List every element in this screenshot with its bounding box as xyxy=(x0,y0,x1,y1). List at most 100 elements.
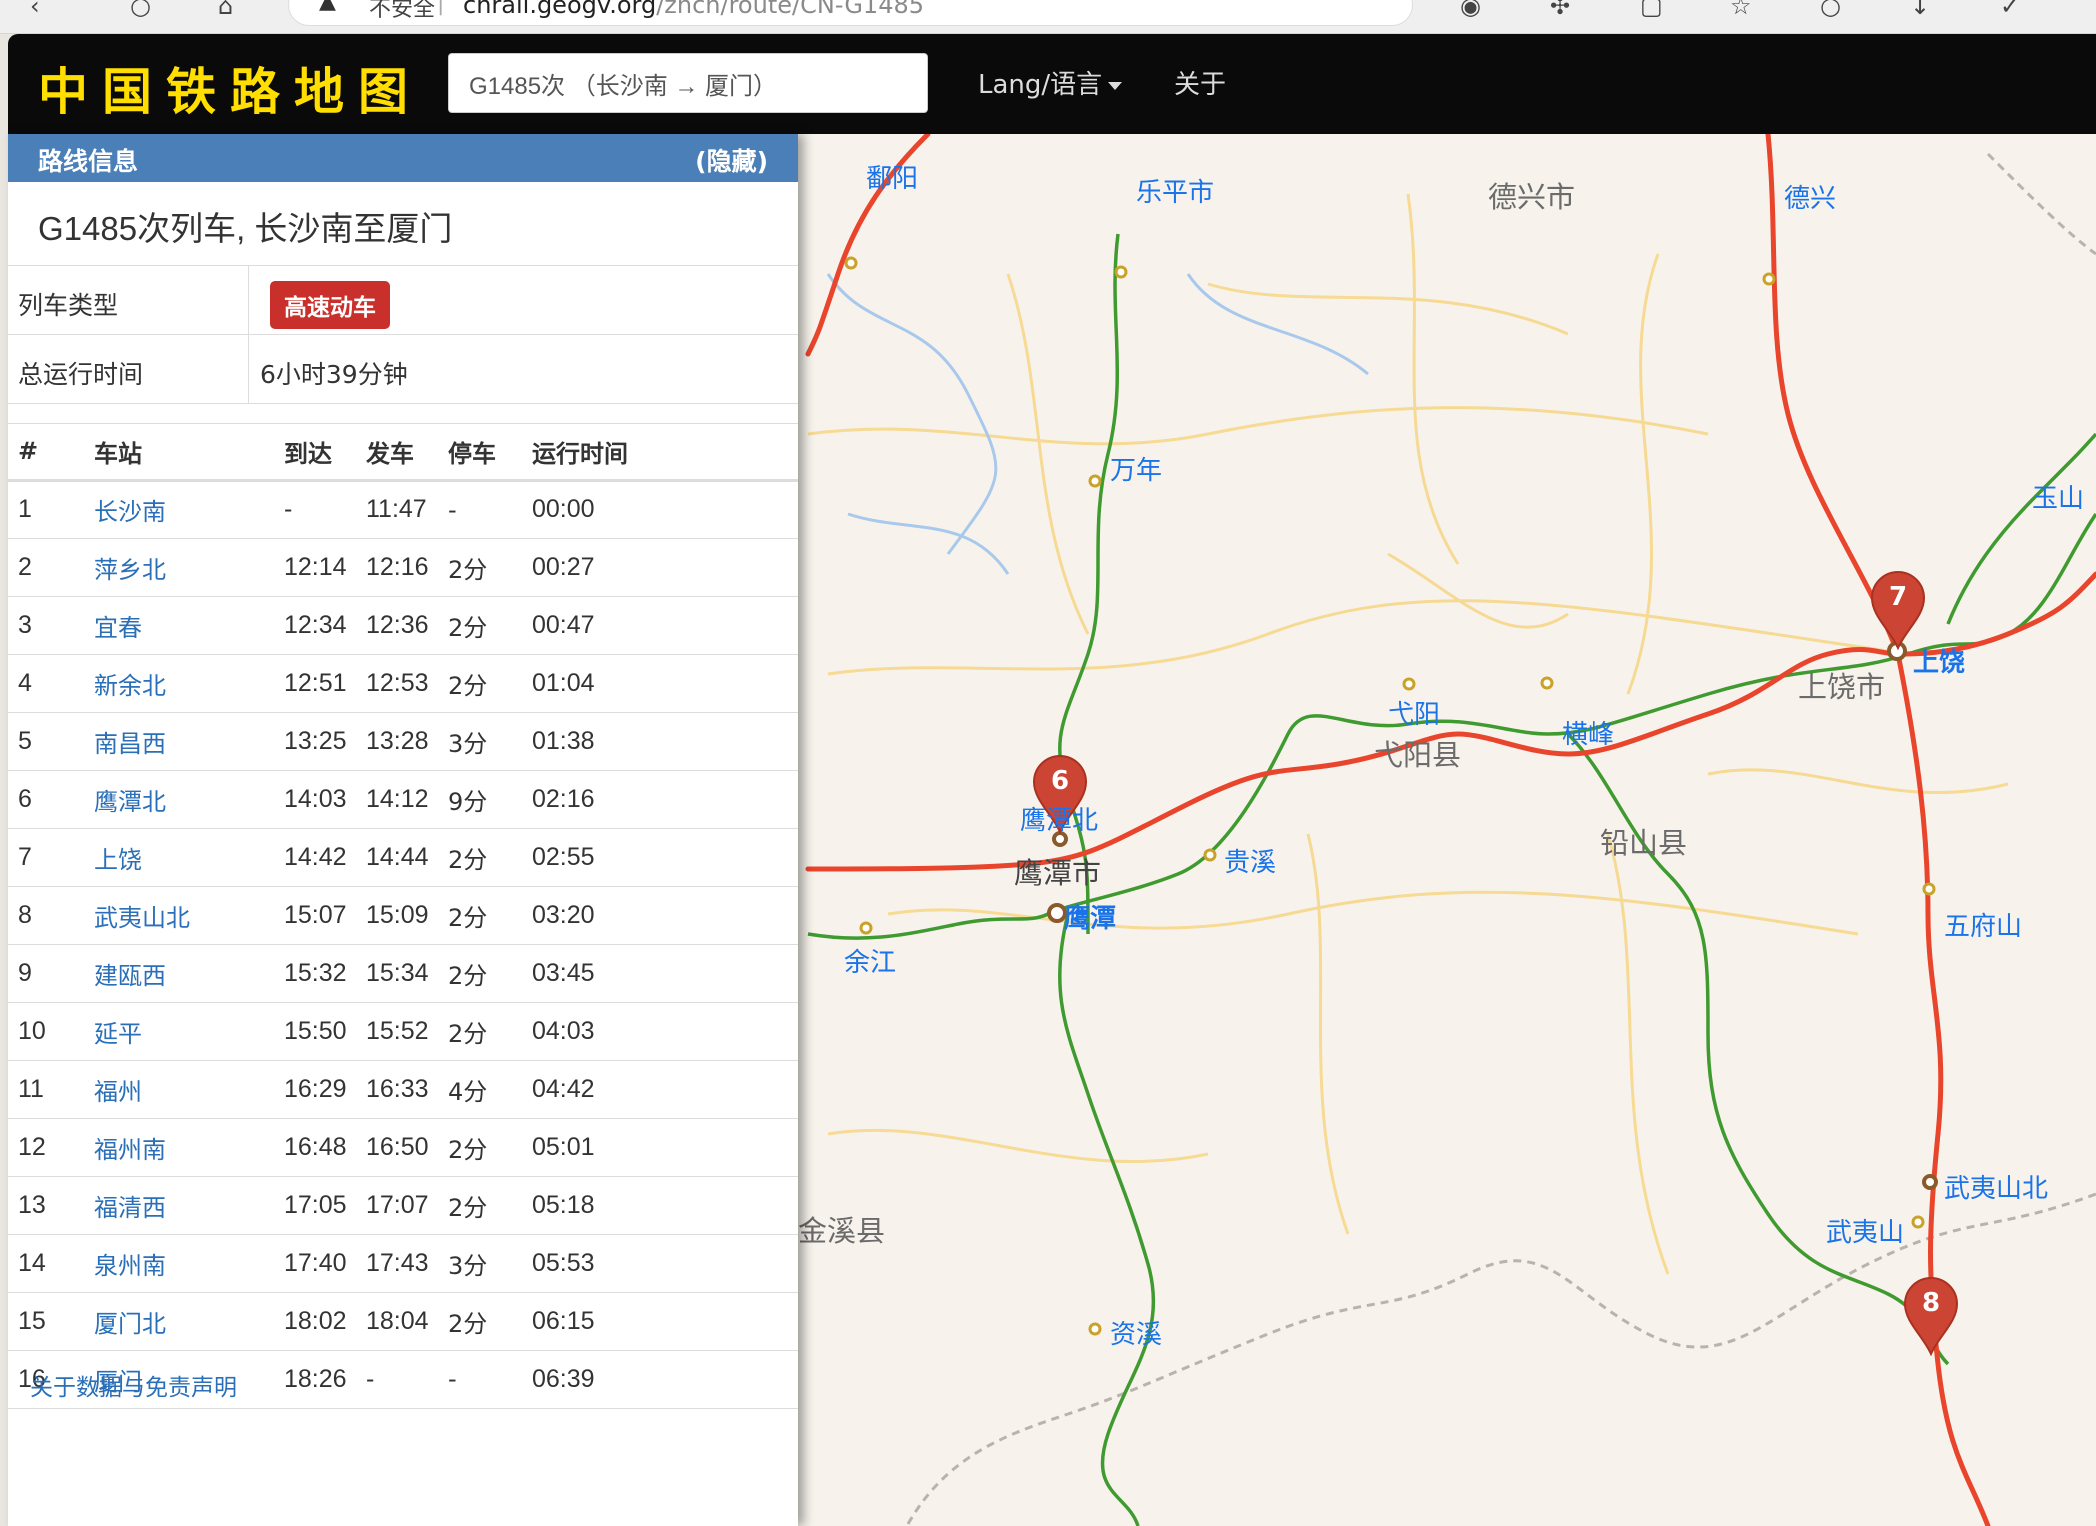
departure-time: 18:04 xyxy=(356,1292,438,1351)
table-header-row: # 车站 到达 发车 停车 运行时间 xyxy=(8,424,798,482)
map-label-hengfeng[interactable]: 横峰 xyxy=(1562,714,1614,751)
station-link[interactable]: 福州南 xyxy=(84,1118,274,1177)
map-label-shangrao[interactable]: 上饶 xyxy=(1913,642,1965,679)
profile-icon[interactable]: ◉ xyxy=(1460,0,1481,20)
departure-time: 12:16 xyxy=(356,538,438,597)
map-label-yiyang[interactable]: 弋阳 xyxy=(1388,694,1440,731)
search-input[interactable] xyxy=(448,53,928,113)
map-label-wufushan[interactable]: 五府山 xyxy=(1944,906,2022,943)
train-type-badge: 高速动车 xyxy=(270,281,390,329)
departure-time: 15:52 xyxy=(356,1002,438,1061)
warning-icon: ▲ xyxy=(319,0,336,14)
stop-duration: 2分 xyxy=(438,828,522,887)
run-time: 01:38 xyxy=(522,712,798,771)
map-label-wuyishanbei[interactable]: 武夷山北 xyxy=(1944,1168,2048,1205)
about-link[interactable]: 关于 xyxy=(1174,64,1226,101)
language-label: Lang/语言 xyxy=(978,70,1103,100)
station-link[interactable]: 福州 xyxy=(84,1060,274,1119)
col-number: # xyxy=(8,424,84,482)
table-row: 9 建瓯西 15:32 15:34 2分 03:45 xyxy=(8,944,798,1003)
stop-duration: - xyxy=(438,1350,522,1409)
reload-icon[interactable]: ○ xyxy=(130,0,151,20)
favorites-icon[interactable]: ☆ xyxy=(1730,0,1752,20)
station-link[interactable]: 南昌西 xyxy=(84,712,274,771)
language-dropdown[interactable]: Lang/语言 xyxy=(978,64,1123,101)
table-row: 10 延平 15:50 15:52 2分 04:03 xyxy=(8,1002,798,1061)
col-runtime: 运行时间 xyxy=(522,424,798,482)
extension-icon[interactable]: ✣ xyxy=(1550,0,1570,20)
run-time: 02:16 xyxy=(522,770,798,829)
map-pin-8[interactable]: 8 xyxy=(1901,1276,1961,1356)
station-link[interactable]: 鹰潭北 xyxy=(84,770,274,829)
stop-duration: 2分 xyxy=(438,1118,522,1177)
run-time: 01:04 xyxy=(522,654,798,713)
download-icon[interactable]: ↓ xyxy=(1910,0,1930,20)
stops-table: # 车站 到达 发车 停车 运行时间 1 长沙南 -11:47-00:00 2 萍乡北 1… xyxy=(8,424,798,1409)
departure-time: 12:53 xyxy=(356,654,438,713)
stop-number: 13 xyxy=(8,1176,84,1235)
stop-number: 12 xyxy=(8,1118,84,1177)
station-link[interactable]: 泉州南 xyxy=(84,1234,274,1293)
arrival-time: 15:32 xyxy=(274,944,356,1003)
station-link[interactable]: 长沙南 xyxy=(84,480,274,539)
station-link[interactable]: 武夷山北 xyxy=(84,886,274,945)
cell-divider xyxy=(248,335,249,403)
station-link[interactable]: 宜春 xyxy=(84,596,274,655)
hide-panel-button[interactable]: (隐藏) xyxy=(695,142,768,178)
stop-duration: 2分 xyxy=(438,538,522,597)
station-link[interactable]: 上饶 xyxy=(84,828,274,887)
shield-icon[interactable]: ✓ xyxy=(2000,0,2020,20)
map-label-zixi[interactable]: 资溪 xyxy=(1110,1314,1162,1351)
panel-title: 路线信息 xyxy=(38,147,139,176)
table-row: 12 福州南 16:48 16:50 2分 05:01 xyxy=(8,1118,798,1177)
run-time: 03:45 xyxy=(522,944,798,1003)
table-row: 3 宜春 12:34 12:36 2分 00:47 xyxy=(8,596,798,655)
map-label-yingtanshi: 鹰潭市 xyxy=(1014,856,1102,890)
url-text: cnrail.geogv.org/zhcn/route/CN-G1485 xyxy=(463,0,924,19)
history-icon[interactable]: ○ xyxy=(1820,0,1841,20)
table-row: 11 福州 16:29 16:33 4分 04:42 xyxy=(8,1060,798,1119)
station-link[interactable]: 萍乡北 xyxy=(84,538,274,597)
arrival-time: 18:02 xyxy=(274,1292,356,1351)
disclaimer-link[interactable]: 关于数据与免责声明 xyxy=(30,1368,237,1402)
map-label-dexing[interactable]: 德兴 xyxy=(1784,178,1836,215)
stop-duration: 3分 xyxy=(438,1234,522,1293)
arrival-time: 12:34 xyxy=(274,596,356,655)
map-label-yujiang[interactable]: 余江 xyxy=(844,942,896,979)
col-stop: 停车 xyxy=(438,424,522,482)
stop-duration: 2分 xyxy=(438,944,522,1003)
site-logo[interactable]: 中国铁路地图 xyxy=(38,52,422,124)
station-link[interactable]: 建瓯西 xyxy=(84,944,274,1003)
map-label-yingtan[interactable]: 鹰潭 xyxy=(1064,898,1116,935)
station-link[interactable]: 福清西 xyxy=(84,1176,274,1235)
arrival-time: 14:03 xyxy=(274,770,356,829)
station-link[interactable]: 延平 xyxy=(84,1002,274,1061)
split-icon[interactable]: ▢ xyxy=(1640,0,1663,20)
stop-duration: 3分 xyxy=(438,712,522,771)
home-icon[interactable]: ⌂ xyxy=(218,0,233,20)
station-link[interactable]: 厦门北 xyxy=(84,1292,274,1351)
security-label: 不安全 xyxy=(369,0,436,22)
map-label-yanshanxian: 铅山县 xyxy=(1600,826,1688,860)
station-link[interactable]: 新余北 xyxy=(84,654,274,713)
map-label-wannian[interactable]: 万年 xyxy=(1110,450,1162,487)
back-icon[interactable]: ‹ xyxy=(30,0,40,20)
arrival-time: 16:48 xyxy=(274,1118,356,1177)
table-row: 7 上饶 14:42 14:44 2分 02:55 xyxy=(8,828,798,887)
map-label-poyang[interactable]: 鄱阳 xyxy=(866,158,918,195)
run-time: 00:00 xyxy=(522,480,798,539)
map-label-yingtanbei[interactable]: 鹰潭北 xyxy=(1020,800,1098,837)
map-label-yushan[interactable]: 玉山 xyxy=(2032,478,2084,515)
map-pin-7[interactable]: 7 xyxy=(1868,570,1928,650)
train-type-row: 列车类型 高速动车 xyxy=(8,266,798,335)
map-label-wuyishan[interactable]: 武夷山 xyxy=(1826,1212,1904,1249)
map-label-guixi[interactable]: 贵溪 xyxy=(1224,842,1276,879)
departure-time: - xyxy=(356,1350,438,1409)
col-station: 车站 xyxy=(84,424,274,482)
run-time: 05:53 xyxy=(522,1234,798,1293)
map-label-lepingshi[interactable]: 乐平市 xyxy=(1136,172,1214,209)
table-row: 14 泉州南 17:40 17:43 3分 05:53 xyxy=(8,1234,798,1293)
stop-number: 14 xyxy=(8,1234,84,1293)
address-bar[interactable]: ▲ 不安全 | cnrail.geogv.org/zhcn/route/CN-G… xyxy=(288,0,1413,26)
departure-time: 13:28 xyxy=(356,712,438,771)
